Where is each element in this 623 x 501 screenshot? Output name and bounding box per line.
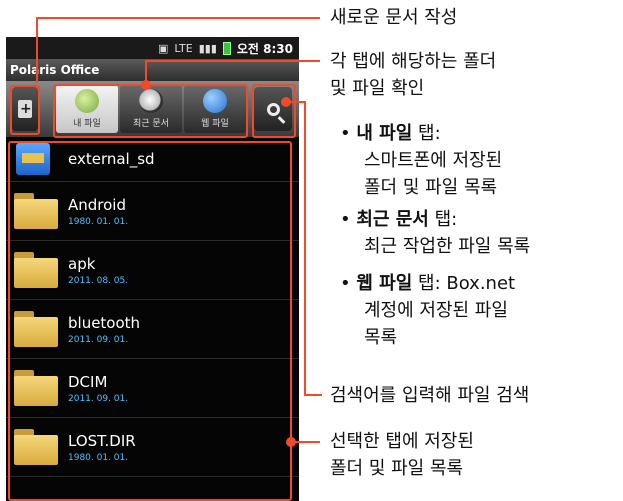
connector (36, 17, 38, 83)
callout-tabs: 각 탭에 해당하는 폴더 및 파일 확인 (330, 48, 496, 102)
lte-indicator: LTE (174, 41, 193, 55)
web-desc: 계정에 저장된 파일 목록 (364, 297, 508, 351)
bullet-dot: • (340, 123, 357, 144)
bullet-web-files: • 웹 파일 탭: Box.net (340, 270, 515, 297)
bullet-my-files: • 내 파일 탭: (340, 120, 441, 147)
clock-time: 오전 8:30 (236, 41, 293, 56)
bullet-dot: • (340, 273, 357, 294)
connector (304, 101, 306, 395)
gallery-icon: ▣ (158, 41, 169, 55)
connector (304, 394, 322, 396)
my-files-title: 내 파일 (356, 123, 413, 144)
tab-word: 탭: (428, 209, 458, 230)
web-desc-line1: 계정에 저장된 파일 (364, 300, 508, 321)
recent-title: 최근 문서 (356, 209, 429, 230)
my-files-desc-line2: 폴더 및 파일 목록 (364, 177, 498, 198)
connector (36, 17, 320, 19)
search-highlight (252, 84, 296, 138)
my-files-desc: 스마트폰에 저장된 폴더 및 파일 목록 (364, 147, 502, 201)
callout-tabs-line1: 각 탭에 해당하는 폴더 (330, 51, 497, 72)
callout-tabs-line2: 및 파일 확인 (330, 78, 425, 99)
bullet-recent: • 최근 문서 탭: (340, 206, 457, 233)
web-title: 웹 파일 (356, 273, 413, 294)
recent-desc: 최근 작업한 파일 목록 (364, 236, 531, 257)
new-document-highlight (10, 85, 40, 135)
callout-file-list: 선택한 탭에 저장된 폴더 및 파일 목록 (330, 428, 474, 482)
my-files-desc-line1: 스마트폰에 저장된 (364, 150, 503, 171)
bullet-dot: • (340, 209, 357, 230)
callout-search: 검색어를 입력해 파일 검색 (330, 385, 530, 406)
tab-word: 탭: Box.net (412, 273, 516, 294)
connector-dot (141, 80, 151, 90)
web-desc-line2: 목록 (364, 327, 398, 348)
app-title: Polaris Office (6, 59, 299, 81)
connector (145, 60, 320, 62)
callout-new-document: 새로운 문서 작성 (330, 7, 458, 28)
file-list-highlight (8, 141, 292, 501)
tabs-highlight (53, 84, 248, 138)
connector-dot (281, 97, 291, 107)
signal-icon: ▮▮▮ (198, 41, 217, 55)
callout-list-line2: 폴더 및 파일 목록 (330, 458, 464, 479)
status-bar: ▣ LTE ▮▮▮ 오전 8:30 (6, 37, 299, 59)
battery-icon (222, 41, 231, 55)
connector-dot (286, 437, 296, 447)
tab-word: 탭: (412, 123, 441, 144)
callout-list-line1: 선택한 탭에 저장된 (330, 431, 474, 452)
